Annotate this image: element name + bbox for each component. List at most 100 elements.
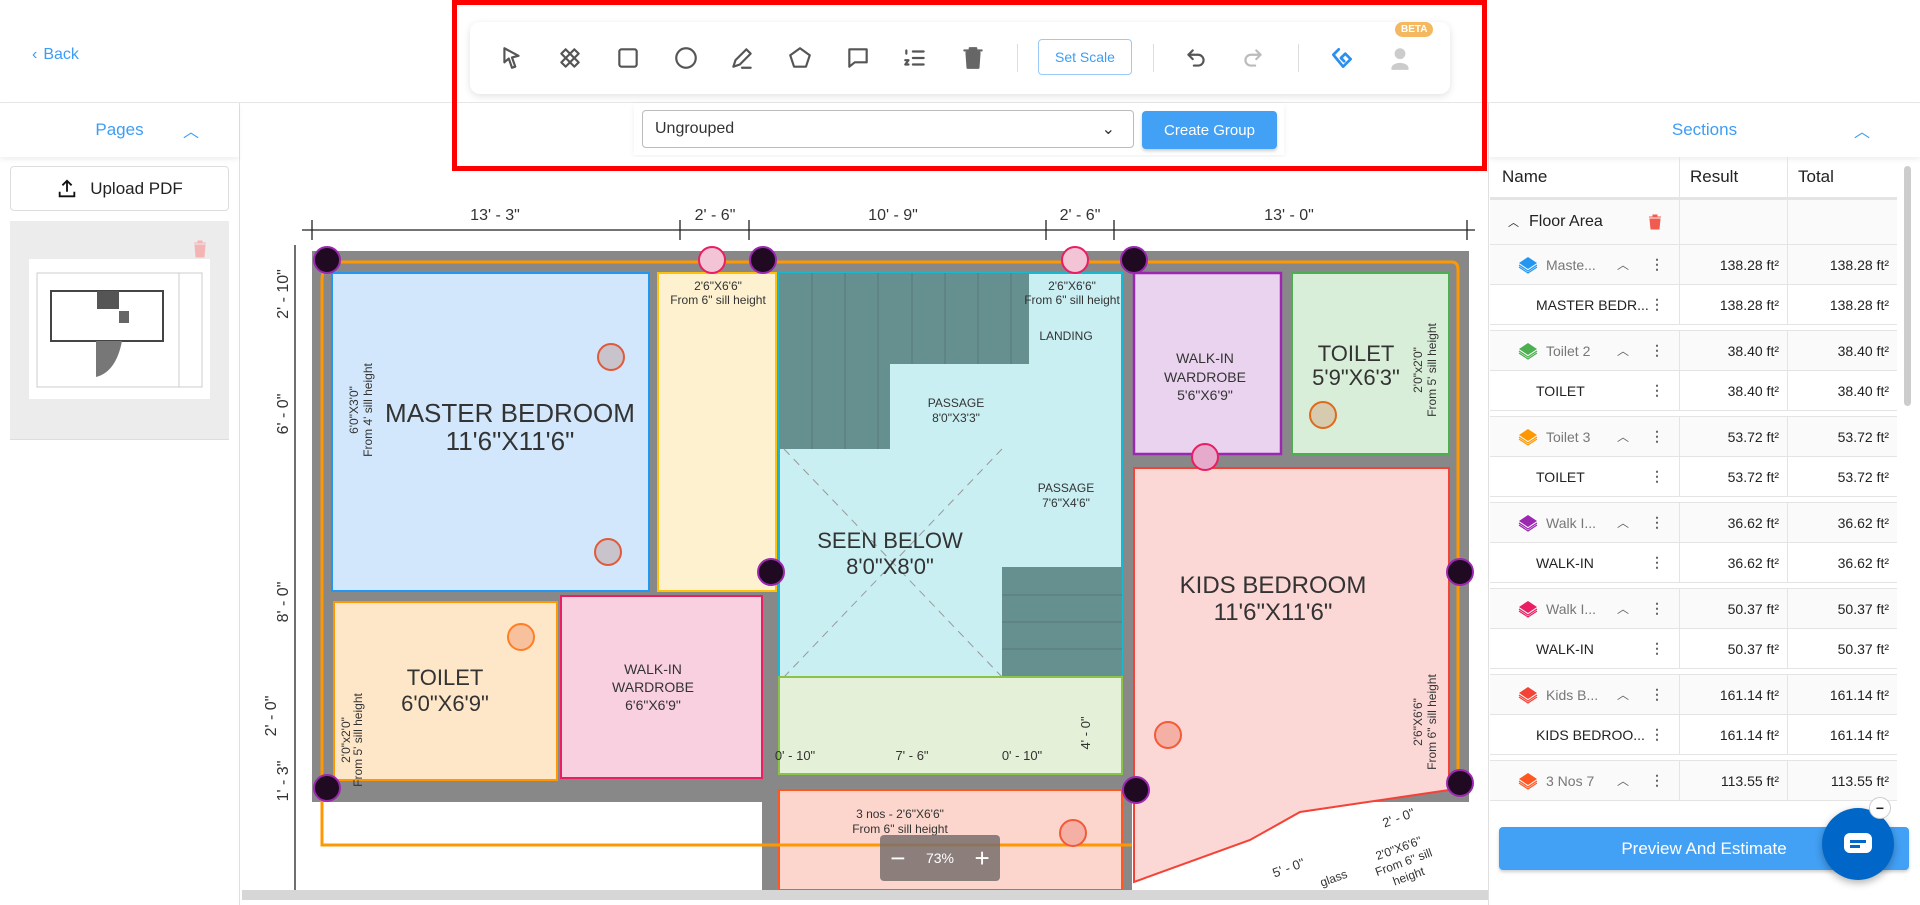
magnet-snap-icon[interactable] bbox=[1326, 42, 1358, 74]
more-options-icon[interactable]: ⋮ bbox=[1650, 428, 1664, 445]
upload-pdf-button[interactable]: Upload PDF bbox=[10, 166, 229, 211]
chevron-up-icon[interactable]: ︿ bbox=[1617, 514, 1629, 531]
comment-icon[interactable] bbox=[842, 42, 874, 74]
pen-icon[interactable] bbox=[726, 42, 758, 74]
window-label: From 6" sill height bbox=[1425, 674, 1439, 770]
window-label: From 5' sill height bbox=[1425, 323, 1439, 417]
room-label: WALK-IN bbox=[1176, 350, 1234, 366]
chevron-up-icon[interactable]: ︿ bbox=[1617, 342, 1629, 359]
chevron-up-icon[interactable]: ︿ bbox=[1617, 686, 1629, 703]
more-options-icon[interactable]: ⋮ bbox=[1650, 468, 1664, 485]
section-subitem-row[interactable]: TOILET ⋮ 53.72 ft² 53.72 ft² bbox=[1490, 457, 1897, 497]
chat-button[interactable] bbox=[1822, 808, 1894, 880]
more-options-icon[interactable]: ⋮ bbox=[1650, 640, 1664, 657]
layer-icon bbox=[1518, 428, 1538, 446]
set-scale-button[interactable]: Set Scale bbox=[1038, 39, 1132, 75]
vertical-scrollbar[interactable] bbox=[1904, 166, 1911, 406]
total-value: 138.28 ft² bbox=[1829, 296, 1889, 313]
section-item-row[interactable]: Kids B... ︿ ⋮ 161.14 ft² 161.14 ft² bbox=[1490, 675, 1897, 715]
result-value: 38.40 ft² bbox=[1680, 331, 1788, 370]
ai-assistant-icon[interactable] bbox=[1384, 42, 1416, 74]
dimension-label: 4' - 0" bbox=[1078, 716, 1093, 749]
upload-icon bbox=[58, 178, 76, 197]
chevron-up-icon[interactable]: ︿ bbox=[1617, 772, 1629, 789]
delete-group-icon[interactable] bbox=[1648, 214, 1662, 230]
section-subitem-row[interactable]: WALK-IN ⋮ 36.62 ft² 36.62 ft² bbox=[1490, 543, 1897, 583]
door-label: 2'6"X6'6" bbox=[1048, 279, 1096, 293]
chevron-up-icon[interactable]: ︿ bbox=[1508, 214, 1519, 230]
zoom-in-button[interactable]: + bbox=[975, 843, 990, 874]
room-label: 6'0"X6'9" bbox=[401, 691, 489, 716]
more-options-icon[interactable]: ⋮ bbox=[1650, 600, 1664, 617]
room-label: WALK-IN bbox=[624, 661, 682, 677]
room-label: WARDROBE bbox=[612, 679, 694, 695]
layer-icon bbox=[1518, 256, 1538, 274]
chevron-up-icon[interactable]: ︿ bbox=[1854, 118, 1870, 142]
section-subitem-row[interactable]: KIDS BEDROO... ⋮ 161.14 ft² 161.14 ft² bbox=[1490, 715, 1897, 755]
more-options-icon[interactable]: ⋮ bbox=[1650, 726, 1664, 743]
room-label: 11'6"X11'6" bbox=[446, 426, 575, 456]
circle-icon[interactable] bbox=[670, 42, 702, 74]
more-options-icon[interactable]: ⋮ bbox=[1650, 772, 1664, 789]
staircase bbox=[779, 364, 890, 449]
layer-icon bbox=[1518, 772, 1538, 790]
chevron-up-icon[interactable]: ︿ bbox=[1617, 600, 1629, 617]
drawing-canvas[interactable]: 13' - 3" 2' - 6" 10' - 9" 2' - 6" 13' - … bbox=[242, 157, 1488, 890]
group-row-floor-area[interactable]: ︿ Floor Area bbox=[1490, 200, 1897, 245]
total-value: 50.37 ft² bbox=[1837, 640, 1889, 657]
section-item-row[interactable]: Toilet 2 ︿ ⋮ 38.40 ft² 38.40 ft² bbox=[1490, 331, 1897, 371]
zoom-out-button[interactable]: − bbox=[890, 843, 905, 874]
more-options-icon[interactable]: ⋮ bbox=[1650, 256, 1664, 273]
section-item-row[interactable]: Walk I... ︿ ⋮ 36.62 ft² 36.62 ft² bbox=[1490, 503, 1897, 543]
minimize-chat-button[interactable]: − bbox=[1869, 797, 1891, 819]
layer-icon bbox=[1518, 686, 1538, 704]
more-options-icon[interactable]: ⋮ bbox=[1650, 342, 1664, 359]
eraser-ruler-icon[interactable] bbox=[554, 42, 586, 74]
select-pointer-icon[interactable] bbox=[496, 42, 528, 74]
door-label: From 6" sill height bbox=[670, 293, 766, 307]
more-options-icon[interactable]: ⋮ bbox=[1650, 554, 1664, 571]
section-item-row[interactable]: Walk I... ︿ ⋮ 50.37 ft² 50.37 ft² bbox=[1490, 589, 1897, 629]
more-options-icon[interactable]: ⋮ bbox=[1650, 514, 1664, 531]
layer-icon bbox=[1518, 514, 1538, 532]
section-item-row[interactable]: 3 Nos 7 ︿ ⋮ 113.55 ft² 113.55 ft² bbox=[1490, 761, 1897, 801]
undo-icon[interactable] bbox=[1180, 42, 1212, 74]
delete-page-icon[interactable] bbox=[193, 240, 207, 258]
column-header-result: Result bbox=[1680, 157, 1788, 197]
room-label: TOILET bbox=[407, 665, 484, 690]
floor-plan[interactable]: 13' - 3" 2' - 6" 10' - 9" 2' - 6" 13' - … bbox=[242, 157, 1488, 890]
section-item-row[interactable]: Maste... ︿ ⋮ 138.28 ft² 138.28 ft² bbox=[1490, 245, 1897, 285]
toolbar-divider bbox=[1153, 44, 1154, 72]
total-value: 38.40 ft² bbox=[1837, 382, 1889, 399]
room-passage[interactable] bbox=[778, 676, 1123, 775]
total-value: 138.28 ft² bbox=[1829, 256, 1889, 273]
window-label: From 5' sill height bbox=[351, 693, 365, 787]
result-value: 138.28 ft² bbox=[1680, 245, 1788, 284]
result-value: 138.28 ft² bbox=[1680, 285, 1788, 324]
back-button[interactable]: ‹ Back bbox=[32, 46, 79, 64]
more-options-icon[interactable]: ⋮ bbox=[1650, 296, 1664, 313]
more-options-icon[interactable]: ⋮ bbox=[1650, 686, 1664, 703]
redo-icon[interactable] bbox=[1237, 42, 1269, 74]
room-corridor[interactable] bbox=[657, 272, 777, 592]
section-subitem-row[interactable]: WALK-IN ⋮ 50.37 ft² 50.37 ft² bbox=[1490, 629, 1897, 669]
result-value: 50.37 ft² bbox=[1680, 629, 1788, 668]
trash-icon[interactable] bbox=[957, 42, 989, 74]
chevron-up-icon[interactable]: ︿ bbox=[1617, 428, 1629, 445]
horizontal-scrollbar[interactable] bbox=[242, 890, 1488, 900]
numbered-list-icon[interactable] bbox=[899, 42, 931, 74]
room-label: 7'6"X4'6" bbox=[1042, 496, 1090, 510]
rectangle-icon[interactable] bbox=[612, 42, 644, 74]
page-thumbnail-image[interactable] bbox=[29, 259, 210, 399]
group-select[interactable]: Ungrouped ⌄ bbox=[642, 110, 1134, 148]
section-item-row[interactable]: Toilet 3 ︿ ⋮ 53.72 ft² 53.72 ft² bbox=[1490, 417, 1897, 457]
polygon-icon[interactable] bbox=[784, 42, 816, 74]
more-options-icon[interactable]: ⋮ bbox=[1650, 382, 1664, 399]
dimension-label: 13' - 0" bbox=[1264, 207, 1314, 224]
create-group-button[interactable]: Create Group bbox=[1142, 111, 1277, 149]
chevron-up-icon[interactable]: ︿ bbox=[1617, 256, 1629, 273]
total-value: 38.40 ft² bbox=[1837, 342, 1889, 359]
section-subitem-row[interactable]: MASTER BEDR... ⋮ 138.28 ft² 138.28 ft² bbox=[1490, 285, 1897, 325]
chevron-up-icon[interactable]: ︿ bbox=[183, 118, 199, 142]
section-subitem-row[interactable]: TOILET ⋮ 38.40 ft² 38.40 ft² bbox=[1490, 371, 1897, 411]
